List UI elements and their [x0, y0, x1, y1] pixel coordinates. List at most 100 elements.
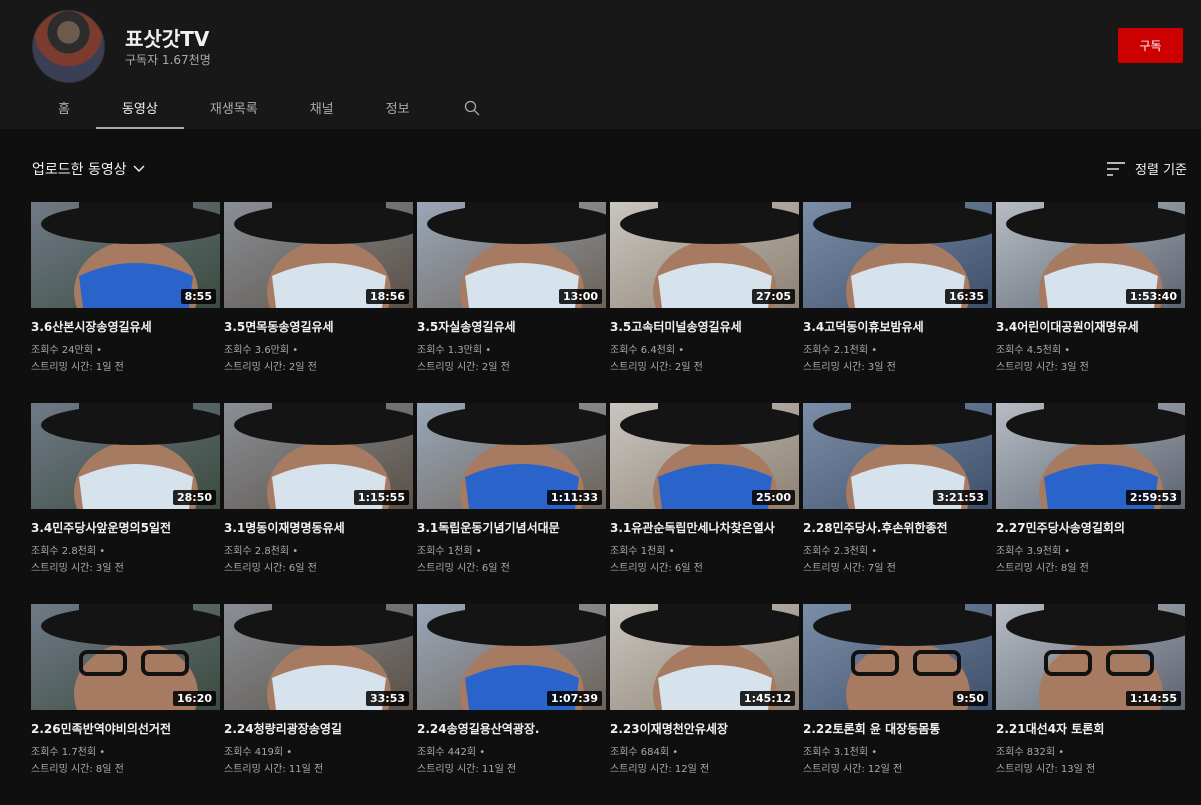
- video-card[interactable]: 28:50 3.4민주당사앞운명의5일전 조회수 2.8천회 • 스트리밍 시간: 3…: [31, 403, 220, 604]
- video-thumbnail[interactable]: 28:50: [31, 403, 220, 509]
- video-card[interactable]: 2:59:53 2.27민주당사송영길회의조회수 3.9천회 • 스트리밍 시간: …: [996, 403, 1185, 604]
- video-card[interactable]: 33:53 2.24청량리광장송영길 조회수 419회 • 스트리밍 시간: 11일 …: [224, 604, 413, 805]
- video-views: 조회수 24만회 •: [31, 345, 102, 356]
- video-card[interactable]: 1:07:39 2.24송영길용산역광장. 조회수 442회 • 스트리밍 시간: 1…: [417, 604, 606, 805]
- video-duration: 3:21:53: [932, 490, 988, 505]
- video-card[interactable]: 1:53:40 3.4어린이대공원이재명유세조회수 4.5천회 • 스트리밍 시간:…: [996, 202, 1185, 403]
- video-meta: 조회수 2.1천회 • 스트리밍 시간: 3일 전: [803, 342, 992, 376]
- video-card[interactable]: 16:35 3.4고덕동이휴보밤유세조회수 2.1천회 • 스트리밍 시간: 3일 …: [803, 202, 992, 403]
- video-views: 조회수 1.3만회 •: [417, 345, 492, 356]
- video-stream-time: 스트리밍 시간: 3일 전: [996, 362, 1089, 373]
- video-card[interactable]: 1:11:33 3.1독립운동기념기념서대문조회수 1천회 • 스트리밍 시간: 6…: [417, 403, 606, 604]
- video-thumbnail[interactable]: 1:53:40: [996, 202, 1185, 308]
- tab-playlists[interactable]: 재생목록: [184, 88, 284, 129]
- video-title[interactable]: 3.1명동이재명명동유세: [224, 519, 413, 537]
- video-thumbnail[interactable]: 1:07:39: [417, 604, 606, 710]
- avatar[interactable]: [32, 10, 105, 83]
- video-meta: 조회수 4.5천회 • 스트리밍 시간: 3일 전: [996, 342, 1185, 376]
- video-thumbnail[interactable]: 27:05: [610, 202, 799, 308]
- video-thumbnail[interactable]: 3:21:53: [803, 403, 992, 509]
- uploads-dropdown[interactable]: 업로드한 동영상: [32, 159, 145, 179]
- video-title[interactable]: 3.4고덕동이휴보밤유세: [803, 318, 992, 336]
- video-title[interactable]: 2.24청량리광장송영길: [224, 720, 413, 738]
- video-card[interactable]: 27:05 3.5고속터미널송영길유세조회수 6.4천회 • 스트리밍 시간: 2일…: [610, 202, 799, 403]
- video-card[interactable]: 3:21:53 2.28민주당사.후손위한종전 조회수 2.3천회 • 스트리밍 시간…: [803, 403, 992, 604]
- video-duration: 8:55: [180, 289, 216, 304]
- video-meta: 조회수 6.4천회 • 스트리밍 시간: 2일 전: [610, 342, 799, 376]
- channel-name: 표삿갓TV: [125, 27, 210, 51]
- video-thumbnail[interactable]: 1:15:55: [224, 403, 413, 509]
- video-meta: 조회수 2.8천회 • 스트리밍 시간: 6일 전: [224, 543, 413, 577]
- video-card[interactable]: 8:55 3.6산본시장송영길유세 조회수 24만회 • 스트리밍 시간: 1일 전: [31, 202, 220, 403]
- video-meta: 조회수 3.6만회 • 스트리밍 시간: 2일 전: [224, 342, 413, 376]
- video-thumbnail[interactable]: 9:50: [803, 604, 992, 710]
- video-duration: 1:53:40: [1125, 289, 1181, 304]
- video-card[interactable]: 16:20 2.26민족반역야비의선거전조회수 1.7천회 • 스트리밍 시간: 8…: [31, 604, 220, 805]
- video-title[interactable]: 2.28민주당사.후손위한종전: [803, 519, 992, 537]
- video-thumbnail[interactable]: 1:14:55: [996, 604, 1185, 710]
- video-duration: 13:00: [558, 289, 602, 304]
- video-title[interactable]: 2.24송영길용산역광장.: [417, 720, 606, 738]
- video-stream-time: 스트리밍 시간: 6일 전: [610, 563, 703, 574]
- video-thumbnail[interactable]: 16:20: [31, 604, 220, 710]
- video-meta: 조회수 1천회 • 스트리밍 시간: 6일 전: [610, 543, 799, 577]
- video-card[interactable]: 1:45:12 2.23이재명천안유세장조회수 684회 • 스트리밍 시간: 12…: [610, 604, 799, 805]
- video-title[interactable]: 2.22토론회 윤 대장동몸통: [803, 720, 992, 738]
- tab-videos[interactable]: 동영상: [95, 88, 184, 129]
- video-views: 조회수 1천회 •: [610, 546, 675, 557]
- video-title[interactable]: 3.5자실송영길유세: [417, 318, 606, 336]
- video-stream-time: 스트리밍 시간: 8일 전: [996, 563, 1089, 574]
- video-card[interactable]: 18:56 3.5면목동송영길유세조회수 3.6만회 • 스트리밍 시간: 2일 전: [224, 202, 413, 403]
- video-meta: 조회수 1천회 • 스트리밍 시간: 6일 전: [417, 543, 606, 577]
- video-card[interactable]: 1:15:55 3.1명동이재명명동유세조회수 2.8천회 • 스트리밍 시간: 6…: [224, 403, 413, 604]
- search-icon[interactable]: [436, 88, 508, 129]
- video-title[interactable]: 3.5면목동송영길유세: [224, 318, 413, 336]
- video-title[interactable]: 2.21대선4자 토론회: [996, 720, 1185, 738]
- video-title[interactable]: 3.4어린이대공원이재명유세: [996, 318, 1185, 336]
- subscribe-button[interactable]: 구독: [1118, 28, 1183, 63]
- video-card[interactable]: 9:50 2.22토론회 윤 대장동몸통 조회수 3.1천회 • 스트리밍 시간: 1…: [803, 604, 992, 805]
- video-duration: 1:15:55: [353, 490, 409, 505]
- video-meta: 조회수 684회 • 스트리밍 시간: 12일 전: [610, 744, 799, 778]
- video-thumbnail[interactable]: 1:11:33: [417, 403, 606, 509]
- sort-button[interactable]: 정렬 기준: [1107, 159, 1187, 178]
- video-title[interactable]: 3.1독립운동기념기념서대문: [417, 519, 606, 537]
- video-title[interactable]: 2.27민주당사송영길회의: [996, 519, 1185, 537]
- tab-about[interactable]: 정보: [360, 88, 436, 129]
- video-duration: 25:00: [751, 490, 795, 505]
- video-stream-time: 스트리밍 시간: 2일 전: [224, 362, 317, 373]
- tab-channels[interactable]: 채널: [284, 88, 360, 129]
- video-title[interactable]: 3.1유관순독립만세나차찾은열사: [610, 519, 799, 537]
- video-views: 조회수 1.7천회 •: [31, 747, 106, 758]
- video-thumbnail[interactable]: 1:45:12: [610, 604, 799, 710]
- video-views: 조회수 2.8천회 •: [224, 546, 299, 557]
- video-stream-time: 스트리밍 시간: 6일 전: [224, 563, 317, 574]
- video-thumbnail[interactable]: 18:56: [224, 202, 413, 308]
- video-thumbnail[interactable]: 16:35: [803, 202, 992, 308]
- tab-home[interactable]: 홈: [32, 88, 96, 129]
- subscriber-count: 구독자 1.67천명: [125, 53, 211, 67]
- video-thumbnail[interactable]: 13:00: [417, 202, 606, 308]
- video-thumbnail[interactable]: 33:53: [224, 604, 413, 710]
- video-title[interactable]: 3.6산본시장송영길유세: [31, 318, 220, 336]
- video-stream-time: 스트리밍 시간: 8일 전: [31, 764, 124, 775]
- video-card[interactable]: 13:00 3.5자실송영길유세 조회수 1.3만회 • 스트리밍 시간: 2일 전: [417, 202, 606, 403]
- video-title[interactable]: 2.26민족반역야비의선거전: [31, 720, 220, 738]
- section-title: 업로드한 동영상: [32, 162, 127, 178]
- video-duration: 9:50: [952, 691, 988, 706]
- video-views: 조회수 3.9천회 •: [996, 546, 1071, 557]
- video-views: 조회수 3.6만회 •: [224, 345, 299, 356]
- video-title[interactable]: 2.23이재명천안유세장: [610, 720, 799, 738]
- sort-icon: [1107, 161, 1126, 176]
- video-thumbnail[interactable]: 8:55: [31, 202, 220, 308]
- video-card[interactable]: 1:14:55 2.21대선4자 토론회 조회수 832회 • 스트리밍 시간: 13…: [996, 604, 1185, 805]
- video-title[interactable]: 3.5고속터미널송영길유세: [610, 318, 799, 336]
- channel-tabs: 홈 동영상 재생목록 채널 정보: [32, 88, 508, 129]
- video-title[interactable]: 3.4민주당사앞운명의5일전: [31, 519, 220, 537]
- video-thumbnail[interactable]: 2:59:53: [996, 403, 1185, 509]
- video-stream-time: 스트리밍 시간: 12일 전: [610, 764, 710, 775]
- video-thumbnail[interactable]: 25:00: [610, 403, 799, 509]
- video-stream-time: 스트리밍 시간: 12일 전: [803, 764, 903, 775]
- video-stream-time: 스트리밍 시간: 6일 전: [417, 563, 510, 574]
- video-card[interactable]: 25:00 3.1유관순독립만세나차찾은열사조회수 1천회 • 스트리밍 시간: 6…: [610, 403, 799, 604]
